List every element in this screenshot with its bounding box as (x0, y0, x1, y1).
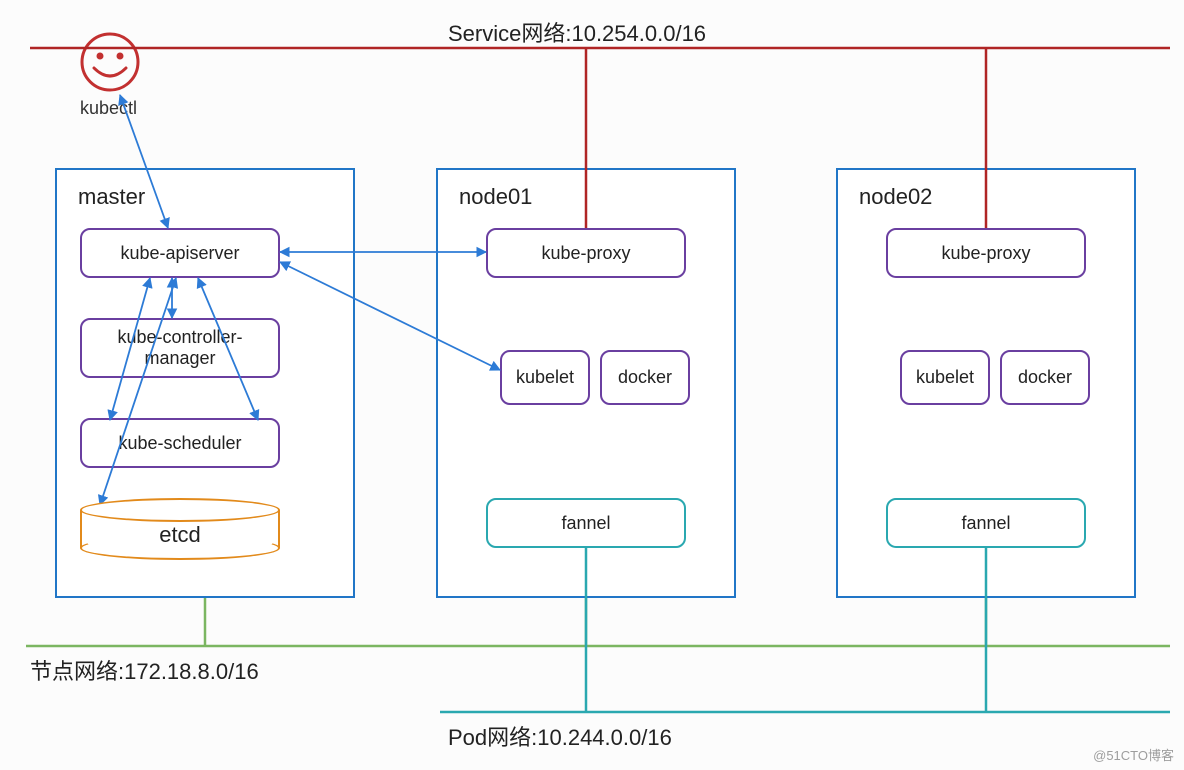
master-title: master (78, 184, 145, 210)
node02-docker-box: docker (1000, 350, 1090, 405)
etcd-cylinder: etcd (80, 498, 280, 560)
node02-kube-proxy-box: kube-proxy (886, 228, 1086, 278)
kube-apiserver-box: kube-apiserver (80, 228, 280, 278)
service-network-label: Service网络:10.254.0.0/16 (448, 16, 706, 48)
node01-fannel-box: fannel (486, 498, 686, 548)
kube-controller-manager-box: kube-controller-manager (80, 318, 280, 378)
node-network-label: 节点网络:172.18.8.0/16 (30, 654, 259, 686)
node02-fannel-box: fannel (886, 498, 1086, 548)
node01-kube-proxy-box: kube-proxy (486, 228, 686, 278)
kube-scheduler-box: kube-scheduler (80, 418, 280, 468)
node01-kubelet-box: kubelet (500, 350, 590, 405)
pod-network-label: Pod网络:10.244.0.0/16 (448, 720, 672, 752)
smiley-icon (78, 30, 142, 94)
watermark: @51CTO博客 (1093, 745, 1174, 764)
node02-kubelet-box: kubelet (900, 350, 990, 405)
kubectl-label: kubectl (80, 98, 137, 119)
node01-docker-box: docker (600, 350, 690, 405)
node02-title: node02 (859, 184, 932, 210)
node01-title: node01 (459, 184, 532, 210)
etcd-label: etcd (80, 522, 280, 548)
